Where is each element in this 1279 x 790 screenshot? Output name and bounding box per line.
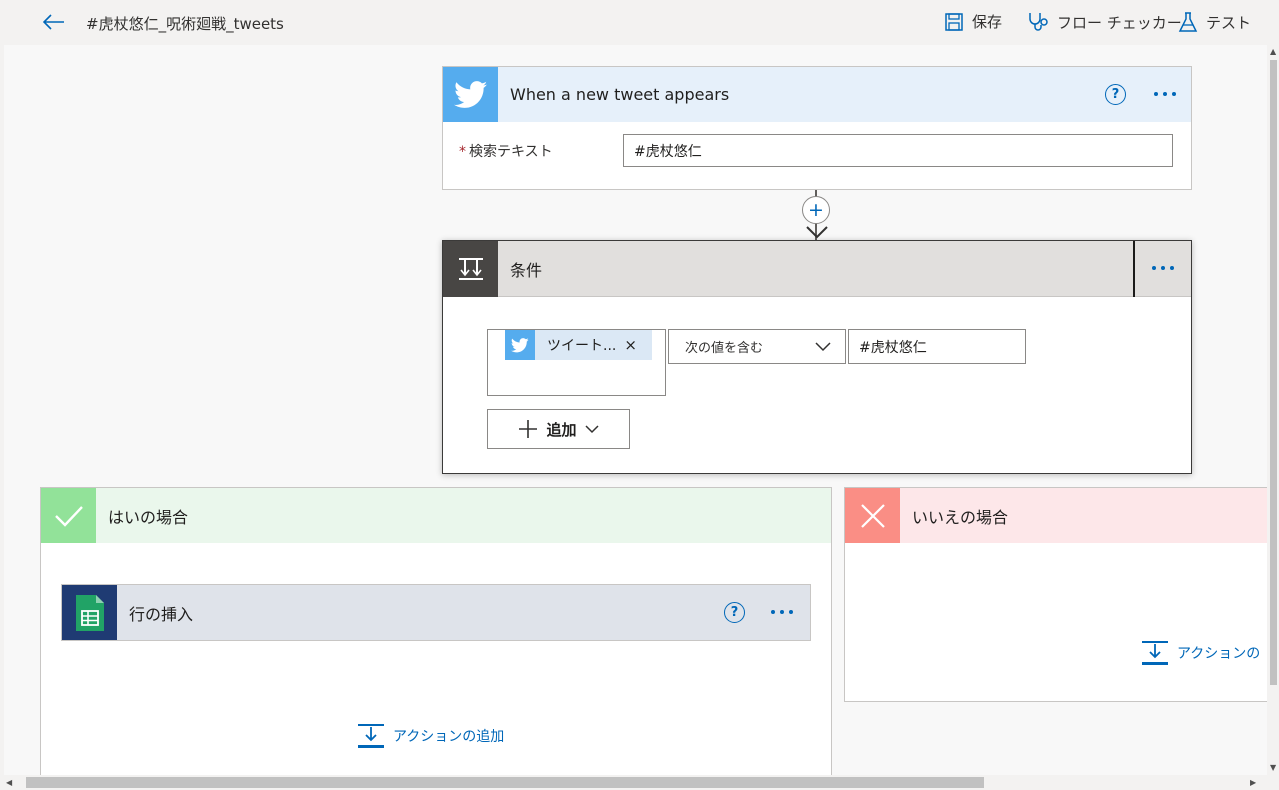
trigger-title: When a new tweet appears	[510, 85, 730, 104]
flask-icon	[1178, 12, 1198, 32]
add-condition-button[interactable]: 追加	[487, 409, 630, 449]
google-sheets-icon	[62, 585, 117, 640]
flow-title: #虎杖悠仁_呪術廻戦_tweets	[86, 15, 284, 33]
flow-checker-button[interactable]: フロー チェッカー	[1027, 11, 1182, 33]
scroll-left-icon[interactable]: ◀	[6, 778, 12, 787]
insert-row-card[interactable]: 行の挿入 ?	[61, 584, 811, 641]
insert-step-button[interactable]: +	[802, 196, 830, 224]
chevron-down-icon	[584, 424, 599, 433]
search-text-label-text: 検索テキスト	[469, 144, 553, 160]
chevron-down-icon	[815, 341, 831, 351]
add-action-icon	[358, 724, 384, 748]
save-button[interactable]: 保存	[944, 11, 1002, 32]
connector-arrow-icon	[806, 226, 828, 239]
trigger-header[interactable]: When a new tweet appears ?	[443, 67, 1191, 122]
required-mark: *	[459, 144, 466, 160]
flow-checker-label: フロー チェッカー	[1057, 13, 1182, 32]
add-action-label: アクションの	[1177, 646, 1261, 662]
close-icon	[845, 488, 900, 543]
stethoscope-icon	[1029, 13, 1048, 31]
save-label: 保存	[972, 13, 1003, 31]
dynamic-content-token[interactable]: ツイート... ×	[505, 330, 652, 360]
checkmark-icon	[41, 488, 96, 543]
add-action-button[interactable]: アクションの追加	[357, 723, 504, 749]
scroll-right-icon[interactable]: ▶	[1250, 778, 1256, 787]
add-label: 追加	[546, 420, 577, 439]
no-branch: いいえの場合 アクションの	[844, 487, 1267, 702]
search-text-input[interactable]: #虎杖悠仁	[623, 134, 1173, 167]
no-branch-title: いいえの場合	[912, 507, 1009, 527]
yes-branch-header[interactable]: はいの場合	[41, 488, 831, 543]
insert-row-header[interactable]: 行の挿入 ?	[62, 585, 810, 640]
more-options-icon[interactable]	[764, 601, 800, 623]
no-branch-header[interactable]: いいえの場合	[845, 488, 1267, 543]
back-button[interactable]	[40, 10, 68, 34]
add-action-label: アクションの追加	[393, 729, 505, 745]
more-options-icon[interactable]	[1145, 257, 1181, 279]
condition-value-input[interactable]: #虎杖悠仁	[848, 329, 1026, 364]
back-arrow-icon	[43, 14, 64, 30]
horizontal-scroll-thumb[interactable]	[26, 777, 984, 788]
twitter-icon	[505, 330, 535, 360]
token-label: ツイート...	[547, 338, 617, 354]
save-icon	[945, 12, 963, 31]
operator-value: 次の値を含む	[685, 341, 764, 356]
condition-header[interactable]: 条件	[443, 240, 1191, 297]
add-action-button[interactable]: アクションの	[1141, 640, 1260, 666]
scroll-up-icon[interactable]: ▲	[1270, 47, 1276, 56]
vertical-scroll-thumb[interactable]	[1270, 60, 1277, 685]
horizontal-scrollbar[interactable]: ◀ ▶	[0, 775, 1279, 790]
condition-icon	[443, 240, 498, 297]
help-icon[interactable]: ?	[1105, 84, 1126, 105]
plus-icon	[519, 420, 538, 438]
twitter-icon	[443, 67, 498, 122]
trigger-card[interactable]: When a new tweet appears ? * 検索テキスト #虎杖悠仁	[442, 66, 1192, 190]
yes-branch-title: はいの場合	[108, 507, 189, 527]
condition-card[interactable]: 条件 ツイート... × 次の値を含む #虎杖悠仁 追加	[442, 240, 1192, 474]
test-label: テスト	[1206, 13, 1252, 32]
vertical-scrollbar[interactable]: ▲ ▼	[1268, 45, 1279, 775]
more-options-icon[interactable]	[1147, 83, 1183, 105]
scroll-down-icon[interactable]: ▼	[1270, 763, 1276, 772]
remove-token-icon[interactable]: ×	[624, 336, 637, 354]
operator-dropdown[interactable]: 次の値を含む	[668, 329, 846, 364]
insert-row-title: 行の挿入	[129, 604, 194, 624]
help-icon[interactable]: ?	[724, 602, 745, 623]
search-text-label: * 検索テキスト	[459, 141, 553, 161]
command-bar: #虎杖悠仁_呪術廻戦_tweets 保存 フロー チェッカー テスト	[0, 0, 1279, 45]
yes-branch: はいの場合 行の挿入 ? アクションの追加	[40, 487, 832, 775]
test-button[interactable]: テスト	[1178, 11, 1251, 33]
add-action-icon	[1142, 641, 1168, 665]
condition-title: 条件	[510, 260, 543, 280]
header-divider	[1133, 241, 1135, 297]
designer-canvas: When a new tweet appears ? * 検索テキスト #虎杖悠仁…	[4, 45, 1267, 775]
